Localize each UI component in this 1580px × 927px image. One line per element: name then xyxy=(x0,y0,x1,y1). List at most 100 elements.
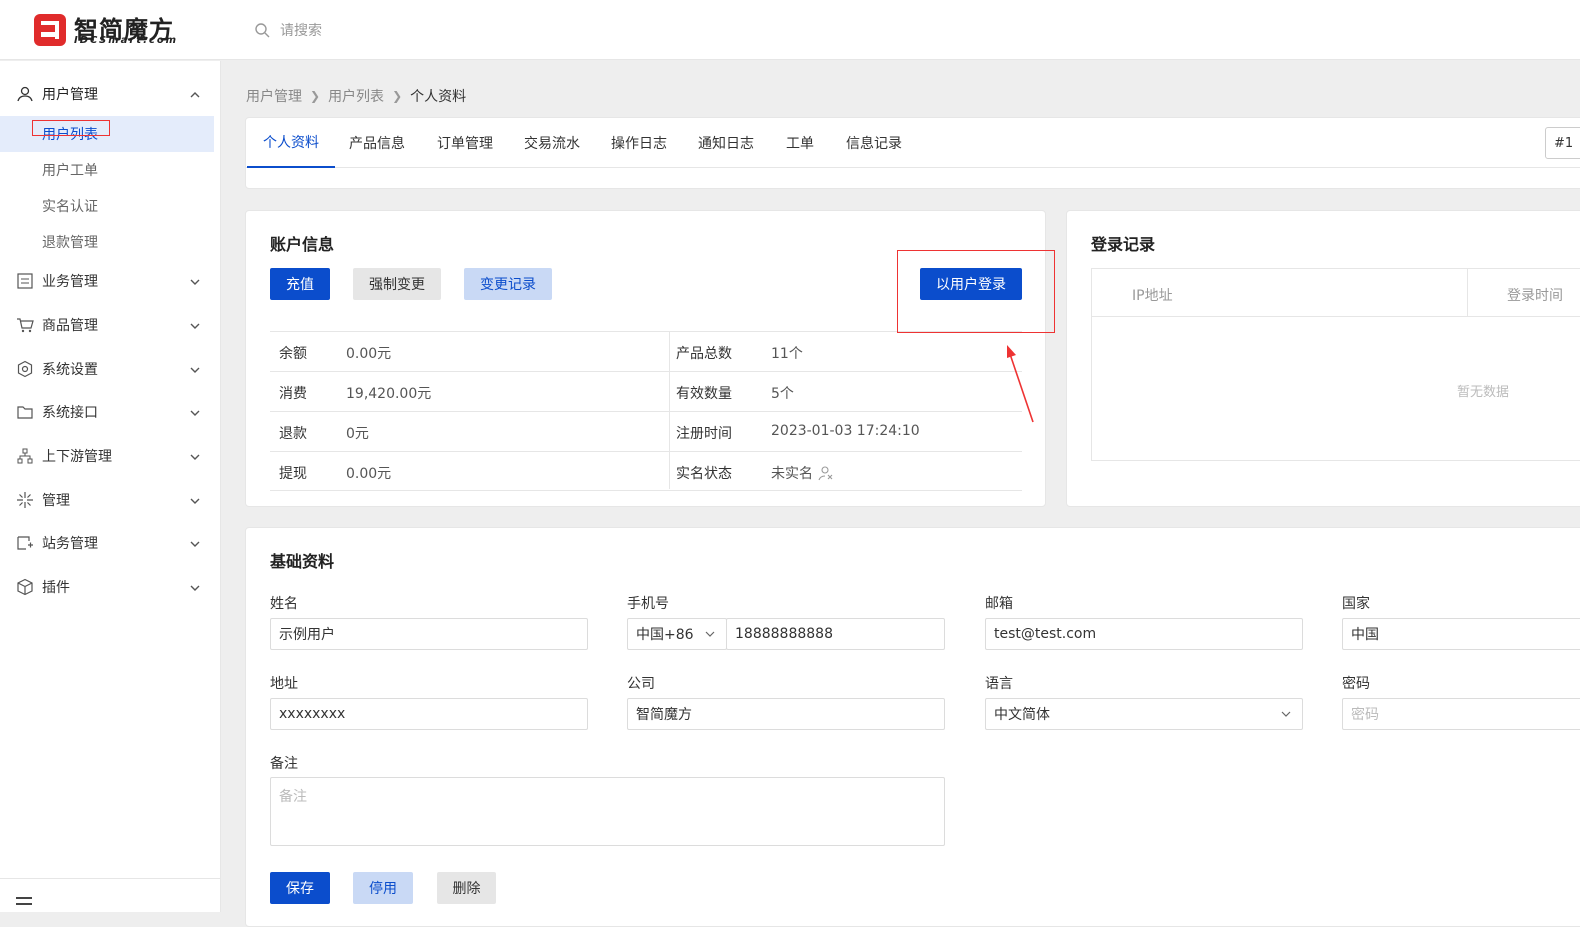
column-divider xyxy=(1467,269,1468,317)
sidebar-item-label: 管理 xyxy=(42,493,70,509)
table-row: 消费 19,420.00元 有效数量 5个 xyxy=(270,371,1022,411)
sidebar-subitem-label: 退款管理 xyxy=(42,235,98,251)
name-field[interactable]: 示例用户 xyxy=(270,618,588,650)
table-row: 退款 0元 注册时间 2023-01-03 17:24:10 xyxy=(270,411,1022,451)
sidebar-item-products[interactable]: 商品管理 xyxy=(0,307,221,343)
sparkle-icon xyxy=(17,492,33,508)
chevron-down-icon xyxy=(190,585,200,591)
sidebar-item-label: 系统接口 xyxy=(42,405,98,421)
stat-label: 余额 xyxy=(279,346,307,362)
breadcrumb-current: 个人资料 xyxy=(410,89,467,105)
search-icon xyxy=(255,23,270,38)
table-row: 提现 0.00元 实名状态 未实名 xyxy=(270,451,1022,491)
stat-value: 11个 xyxy=(771,346,803,362)
breadcrumb-user-list[interactable]: 用户列表 xyxy=(328,86,384,106)
force-change-button[interactable]: 强制变更 xyxy=(353,268,441,300)
top-header: 智简魔方 IDCSmart.com 请搜索 xyxy=(0,0,1580,60)
stat-label: 消费 xyxy=(279,386,307,402)
disable-button[interactable]: 停用 xyxy=(353,872,413,904)
stat-value: 0.00元 xyxy=(346,466,392,482)
sidebar-item-label: 系统设置 xyxy=(42,362,98,378)
name-label: 姓名 xyxy=(270,596,298,612)
chevron-down-icon xyxy=(190,279,200,285)
password-field[interactable]: 密码 xyxy=(1342,698,1580,730)
chevron-up-icon xyxy=(190,92,200,98)
recharge-button[interactable]: 充值 xyxy=(270,268,330,300)
sidebar-item-label: 商品管理 xyxy=(42,318,98,334)
tab-notification-log[interactable]: 通知日志 xyxy=(698,118,754,168)
login-records-title: 登录记录 xyxy=(1091,235,1156,254)
unverified-user-icon xyxy=(818,466,833,481)
menu-toggle-icon[interactable] xyxy=(16,897,32,905)
save-button[interactable]: 保存 xyxy=(270,872,330,904)
brand-logo[interactable]: 智简魔方 IDCSmart.com xyxy=(34,12,184,48)
sidebar-subitem-realname[interactable]: 实名认证 xyxy=(0,188,214,224)
phone-country-select[interactable]: 中国+86 xyxy=(627,618,727,650)
sidebar-item-site[interactable]: 站务管理 xyxy=(0,525,221,561)
language-value: 中文简体 xyxy=(994,707,1050,723)
cube-icon xyxy=(17,578,33,596)
chevron-down-icon xyxy=(705,631,715,637)
sidebar-item-system-interface[interactable]: 系统接口 xyxy=(0,394,221,430)
search-input[interactable]: 请搜索 xyxy=(280,20,322,40)
email-label: 邮箱 xyxy=(985,596,1013,612)
sidebar-item-user-management[interactable]: 用户管理 xyxy=(0,76,221,112)
annotation-arrow-icon xyxy=(1007,345,1034,423)
tab-orders[interactable]: 订单管理 xyxy=(437,118,493,168)
network-icon xyxy=(17,448,33,464)
stat-label: 退款 xyxy=(279,426,307,442)
sidebar-subitem-user-tickets[interactable]: 用户工单 xyxy=(0,152,214,188)
stat-label: 注册时间 xyxy=(676,426,732,442)
tab-tickets[interactable]: 工单 xyxy=(786,118,814,168)
delete-button[interactable]: 删除 xyxy=(437,872,496,904)
country-select[interactable]: 中国 xyxy=(1342,618,1580,650)
sidebar-item-label: 站务管理 xyxy=(42,536,98,552)
table-row: 余额 0.00元 产品总数 11个 xyxy=(270,331,1022,371)
sidebar: 用户管理 用户列表 用户工单 实名认证 退款管理 业务管理 商品管理 系统设置 … xyxy=(0,61,221,912)
tab-products[interactable]: 产品信息 xyxy=(349,118,405,168)
breadcrumb-separator-icon: ❯ xyxy=(310,89,321,103)
phone-code-value: 中国+86 xyxy=(636,627,694,643)
cart-icon xyxy=(17,318,34,333)
sidebar-item-manage[interactable]: 管理 xyxy=(0,482,221,518)
sidebar-item-label: 用户管理 xyxy=(42,87,98,103)
language-select[interactable]: 中文简体 xyxy=(985,698,1303,730)
breadcrumb: 用户管理 ❯ 用户列表 ❯ 个人资料 xyxy=(246,86,466,106)
breadcrumb-user-management[interactable]: 用户管理 xyxy=(246,86,302,106)
tab-operation-log[interactable]: 操作日志 xyxy=(611,118,667,168)
tab-transactions[interactable]: 交易流水 xyxy=(524,118,580,168)
sidebar-item-business[interactable]: 业务管理 xyxy=(0,263,221,299)
login-records-table: IP地址 登录时间 暂无数据 xyxy=(1091,268,1580,461)
chevron-down-icon xyxy=(1281,711,1291,717)
tab-info-records[interactable]: 信息记录 xyxy=(846,118,902,168)
phone-field[interactable]: 18888888888 xyxy=(726,618,945,650)
stat-value: 19,420.00元 xyxy=(346,386,432,402)
sidebar-subitem-refunds[interactable]: 退款管理 xyxy=(0,224,214,260)
sidebar-item-system-settings[interactable]: 系统设置 xyxy=(0,351,221,387)
basic-info-title: 基础资料 xyxy=(270,552,335,571)
logo-mark-icon xyxy=(34,14,66,46)
search-box[interactable]: 请搜索 xyxy=(254,18,322,42)
stat-value: 2023-01-03 17:24:10 xyxy=(771,423,920,439)
empty-state-text: 暂无数据 xyxy=(1457,385,1510,400)
user-id-selector[interactable]: #1 xyxy=(1545,127,1580,159)
notes-label: 备注 xyxy=(270,756,298,772)
address-field[interactable]: xxxxxxxx xyxy=(270,698,588,730)
sidebar-item-label: 业务管理 xyxy=(42,274,98,290)
notes-textarea[interactable]: 备注 xyxy=(270,777,945,846)
chevron-down-icon xyxy=(190,410,200,416)
sidebar-item-plugins[interactable]: 插件 xyxy=(0,569,221,605)
chevron-down-icon xyxy=(190,498,200,504)
sidebar-item-upstream[interactable]: 上下游管理 xyxy=(0,438,221,474)
language-label: 语言 xyxy=(985,676,1013,692)
stat-label: 产品总数 xyxy=(676,346,732,362)
stat-label: 有效数量 xyxy=(676,386,732,402)
sidebar-subitem-label: 用户工单 xyxy=(42,163,98,179)
company-field[interactable]: 智简魔方 xyxy=(627,698,945,730)
tab-profile[interactable]: 个人资料 xyxy=(247,118,335,168)
change-log-button[interactable]: 变更记录 xyxy=(464,268,552,300)
email-field[interactable]: test@test.com xyxy=(985,618,1303,650)
phone-label: 手机号 xyxy=(627,596,669,612)
stat-label: 提现 xyxy=(279,466,307,482)
chevron-down-icon xyxy=(190,367,200,373)
